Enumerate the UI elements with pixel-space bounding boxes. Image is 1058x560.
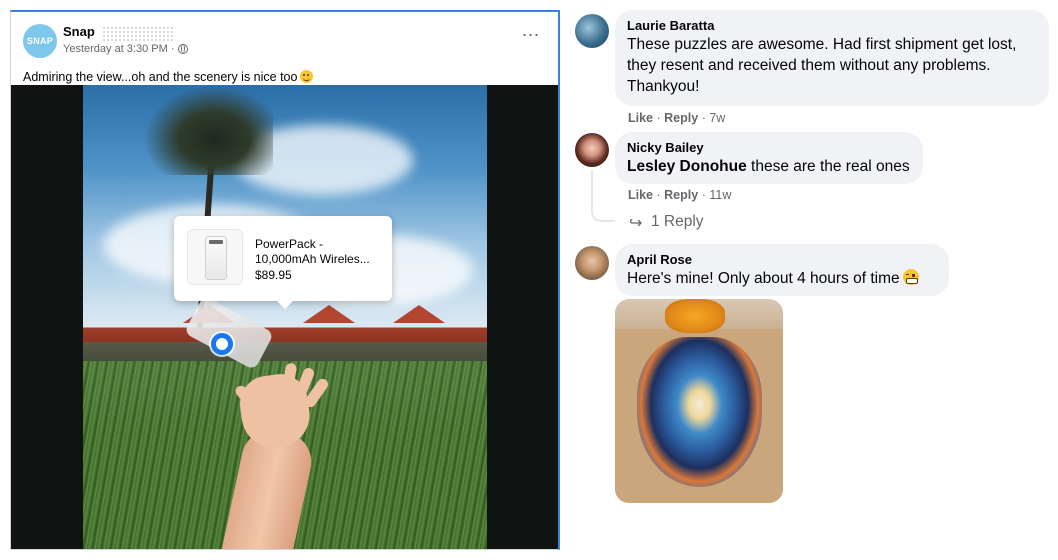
like-link[interactable]: Like	[628, 111, 653, 125]
comment-bubble: Nicky Bailey Lesley Donohue these are th…	[615, 132, 923, 184]
post-text: Admiring the view...oh and the scenery i…	[23, 70, 314, 84]
reply-arrow-icon: ↪	[629, 215, 643, 232]
separator: ·	[701, 111, 706, 125]
palm-leaves	[143, 85, 273, 175]
comment-time[interactable]: 11w	[709, 188, 731, 202]
redacted-name-blur	[102, 26, 174, 42]
roof	[303, 305, 355, 323]
post-text-content: Admiring the view...oh and the scenery i…	[23, 70, 298, 84]
avatar[interactable]	[575, 14, 609, 48]
roof	[393, 305, 445, 323]
comment-text-body: Here's mine! Only about 4 hours of time	[627, 270, 900, 287]
comment-bubble: April Rose Here's mine! Only about 4 hou…	[615, 244, 949, 296]
post-header: SNAP Snap Yesterday at 3:30 PM · ⋯	[23, 22, 543, 62]
comment-photo[interactable]	[615, 299, 783, 503]
product-tag-dot[interactable]	[211, 333, 233, 355]
globe-icon	[177, 44, 188, 54]
view-replies-link[interactable]: 1 Reply	[651, 213, 704, 231]
comment-author[interactable]: Nicky Bailey	[627, 140, 911, 156]
page-avatar[interactable]: SNAP	[23, 24, 57, 58]
orange-bag	[665, 299, 725, 333]
comment-text: Here's mine! Only about 4 hours of time	[627, 268, 937, 289]
separator: ·	[656, 111, 661, 125]
avatar[interactable]	[575, 133, 609, 167]
avatar[interactable]	[575, 246, 609, 280]
post-timestamp[interactable]: Yesterday at 3:30 PM ·	[63, 43, 175, 55]
mention-link[interactable]: Lesley Donohue	[627, 158, 747, 175]
comment-actions: Like · Reply · 7w	[628, 111, 725, 125]
thread-line	[591, 170, 615, 222]
product-price: $89.95	[255, 268, 292, 282]
comment-actions: Like · Reply · 11w	[628, 188, 731, 202]
like-link[interactable]: Like	[628, 188, 653, 202]
comment-text: These puzzles are awesome. Had first shi…	[627, 36, 1017, 95]
product-thumbnail[interactable]	[187, 229, 243, 285]
separator: ·	[701, 188, 706, 202]
wolf-puzzle	[637, 337, 762, 487]
post-media[interactable]	[11, 85, 558, 549]
post-photo[interactable]	[83, 85, 487, 549]
product-tag-popup[interactable]: PowerPack - 10,000mAh Wireles... $89.95	[174, 216, 392, 309]
comment-bubble: Laurie Baratta These puzzles are awesome…	[615, 10, 1049, 106]
comment-text: Lesley Donohue these are the real ones	[627, 156, 911, 177]
wink-emoji-icon	[300, 70, 314, 83]
post-card: SNAP Snap Yesterday at 3:30 PM · ⋯ Admir…	[10, 10, 560, 550]
comment-time[interactable]: 7w	[709, 111, 725, 125]
more-options-icon[interactable]: ⋯	[519, 26, 543, 50]
comment-author[interactable]: Laurie Baratta	[627, 18, 1037, 34]
grin-emoji-icon	[902, 269, 919, 285]
reply-link[interactable]: Reply	[664, 188, 698, 202]
comment-author[interactable]: April Rose	[627, 252, 937, 268]
powerbank-image	[205, 236, 227, 280]
comments-section: Laurie Baratta These puzzles are awesome…	[575, 10, 1055, 550]
reply-link[interactable]: Reply	[664, 111, 698, 125]
product-name[interactable]: PowerPack - 10,000mAh Wireles...	[255, 237, 380, 267]
separator: ·	[656, 188, 661, 202]
page-name[interactable]: Snap	[63, 24, 95, 39]
comment-text-body: these are the real ones	[746, 158, 910, 175]
post-meta: Yesterday at 3:30 PM ·	[63, 43, 188, 55]
